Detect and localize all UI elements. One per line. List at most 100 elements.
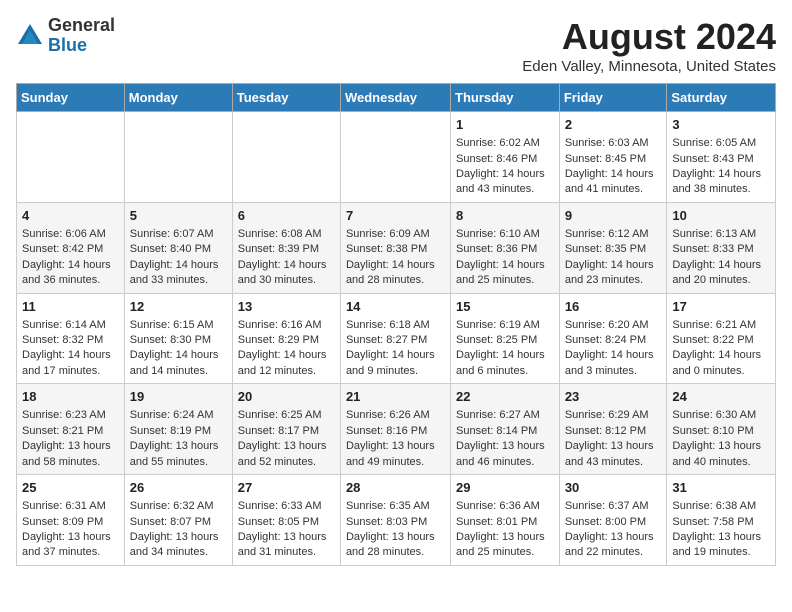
day-info: Sunrise: 6:10 AM Sunset: 8:36 PM Dayligh… [456, 227, 554, 289]
day-info: Sunrise: 6:38 AM Sunset: 7:58 PM Dayligh… [672, 499, 770, 561]
calendar-cell: 11 Sunrise: 6:14 AM Sunset: 8:32 PM Dayli… [17, 293, 125, 384]
calendar-week-row: 11 Sunrise: 6:14 AM Sunset: 8:32 PM Dayli… [17, 293, 776, 384]
weekday-header-sunday: Sunday [17, 84, 125, 112]
page-header: General Blue August 2024 Eden Valley, Mi… [16, 16, 776, 75]
calendar-cell: 1 Sunrise: 6:02 AM Sunset: 8:46 PM Daylig… [451, 112, 560, 203]
calendar-cell: 27 Sunrise: 6:33 AM Sunset: 8:05 PM Dayli… [232, 475, 340, 566]
logo-blue: Blue [48, 36, 115, 56]
calendar-cell [232, 112, 340, 203]
calendar-cell: 21 Sunrise: 6:26 AM Sunset: 8:16 PM Dayli… [340, 384, 450, 475]
weekday-header-monday: Monday [124, 84, 232, 112]
day-info: Sunrise: 6:20 AM Sunset: 8:24 PM Dayligh… [565, 318, 662, 380]
calendar-cell: 28Sunrise: 6:35 AM Sunset: 8:03 PM Dayli… [340, 475, 450, 566]
calendar-cell: 5Sunrise: 6:07 AM Sunset: 8:40 PM Daylig… [124, 202, 232, 293]
calendar-header: SundayMondayTuesdayWednesdayThursdayFrid… [17, 84, 776, 112]
calendar-cell [17, 112, 125, 203]
calendar-cell: 2 Sunrise: 6:03 AM Sunset: 8:45 PM Daylig… [559, 112, 667, 203]
day-number: 8 [456, 207, 554, 225]
calendar-cell: 3 Sunrise: 6:05 AM Sunset: 8:43 PM Daylig… [667, 112, 776, 203]
calendar-cell: 8 Sunrise: 6:10 AM Sunset: 8:36 PM Daylig… [451, 202, 560, 293]
day-info: Sunrise: 6:09 AM Sunset: 8:38 PM Dayligh… [346, 227, 445, 289]
day-number: 19 [130, 388, 227, 406]
day-number: 20 [238, 388, 335, 406]
day-info: Sunrise: 6:30 AM Sunset: 8:10 PM Dayligh… [672, 408, 770, 470]
weekday-header-friday: Friday [559, 84, 667, 112]
calendar-cell [340, 112, 450, 203]
day-number: 23 [565, 388, 662, 406]
day-number: 14 [346, 298, 445, 316]
calendar-cell: 23Sunrise: 6:29 AM Sunset: 8:12 PM Dayli… [559, 384, 667, 475]
day-number: 11 [22, 298, 119, 316]
calendar-cell: 14Sunrise: 6:18 AM Sunset: 8:27 PM Dayli… [340, 293, 450, 384]
calendar-cell: 18Sunrise: 6:23 AM Sunset: 8:21 PM Dayli… [17, 384, 125, 475]
day-number: 2 [565, 116, 662, 134]
day-number: 25 [22, 479, 119, 497]
calendar-cell: 12 Sunrise: 6:15 AM Sunset: 8:30 PM Dayli… [124, 293, 232, 384]
day-info: Sunrise: 6:15 AM Sunset: 8:30 PM Dayligh… [130, 318, 227, 380]
day-info: Sunrise: 6:31 AM Sunset: 8:09 PM Dayligh… [22, 499, 119, 561]
calendar-week-row: 18Sunrise: 6:23 AM Sunset: 8:21 PM Dayli… [17, 384, 776, 475]
calendar-cell: 10 Sunrise: 6:13 AM Sunset: 8:33 PM Dayli… [667, 202, 776, 293]
day-info: Sunrise: 6:12 AM Sunset: 8:35 PM Dayligh… [565, 227, 662, 289]
day-info: Sunrise: 6:27 AM Sunset: 8:14 PM Dayligh… [456, 408, 554, 470]
day-info: Sunrise: 6:23 AM Sunset: 8:21 PM Dayligh… [22, 408, 119, 470]
calendar-week-row: 1 Sunrise: 6:02 AM Sunset: 8:46 PM Daylig… [17, 112, 776, 203]
location-subtitle: Eden Valley, Minnesota, United States [522, 58, 776, 75]
day-info: Sunrise: 6:05 AM Sunset: 8:43 PM Dayligh… [672, 136, 770, 198]
calendar-cell: 20 Sunrise: 6:25 AM Sunset: 8:17 PM Dayli… [232, 384, 340, 475]
calendar-cell: 16Sunrise: 6:20 AM Sunset: 8:24 PM Dayli… [559, 293, 667, 384]
calendar-cell: 29 Sunrise: 6:36 AM Sunset: 8:01 PM Dayli… [451, 475, 560, 566]
calendar-cell [124, 112, 232, 203]
day-number: 17 [672, 298, 770, 316]
day-info: Sunrise: 6:13 AM Sunset: 8:33 PM Dayligh… [672, 227, 770, 289]
calendar-week-row: 25 Sunrise: 6:31 AM Sunset: 8:09 PM Dayli… [17, 475, 776, 566]
weekday-header-thursday: Thursday [451, 84, 560, 112]
day-info: Sunrise: 6:26 AM Sunset: 8:16 PM Dayligh… [346, 408, 445, 470]
logo-icon [16, 22, 44, 50]
day-number: 27 [238, 479, 335, 497]
day-info: Sunrise: 6:33 AM Sunset: 8:05 PM Dayligh… [238, 499, 335, 561]
weekday-header-wednesday: Wednesday [340, 84, 450, 112]
day-number: 10 [672, 207, 770, 225]
day-info: Sunrise: 6:36 AM Sunset: 8:01 PM Dayligh… [456, 499, 554, 561]
calendar-week-row: 4Sunrise: 6:06 AM Sunset: 8:42 PM Daylig… [17, 202, 776, 293]
calendar-cell: 7Sunrise: 6:09 AM Sunset: 8:38 PM Daylig… [340, 202, 450, 293]
weekday-header-row: SundayMondayTuesdayWednesdayThursdayFrid… [17, 84, 776, 112]
calendar-cell: 30Sunrise: 6:37 AM Sunset: 8:00 PM Dayli… [559, 475, 667, 566]
day-info: Sunrise: 6:21 AM Sunset: 8:22 PM Dayligh… [672, 318, 770, 380]
day-info: Sunrise: 6:24 AM Sunset: 8:19 PM Dayligh… [130, 408, 227, 470]
day-number: 26 [130, 479, 227, 497]
day-number: 13 [238, 298, 335, 316]
day-info: Sunrise: 6:37 AM Sunset: 8:00 PM Dayligh… [565, 499, 662, 561]
day-number: 9 [565, 207, 662, 225]
day-number: 22 [456, 388, 554, 406]
day-number: 1 [456, 116, 554, 134]
day-number: 29 [456, 479, 554, 497]
day-info: Sunrise: 6:14 AM Sunset: 8:32 PM Dayligh… [22, 318, 119, 380]
day-number: 21 [346, 388, 445, 406]
calendar-cell: 26Sunrise: 6:32 AM Sunset: 8:07 PM Dayli… [124, 475, 232, 566]
day-info: Sunrise: 6:35 AM Sunset: 8:03 PM Dayligh… [346, 499, 445, 561]
day-info: Sunrise: 6:19 AM Sunset: 8:25 PM Dayligh… [456, 318, 554, 380]
day-info: Sunrise: 6:03 AM Sunset: 8:45 PM Dayligh… [565, 136, 662, 198]
calendar-cell: 17 Sunrise: 6:21 AM Sunset: 8:22 PM Dayli… [667, 293, 776, 384]
calendar-table: SundayMondayTuesdayWednesdayThursdayFrid… [16, 83, 776, 566]
day-number: 12 [130, 298, 227, 316]
logo: General Blue [16, 16, 115, 56]
day-number: 6 [238, 207, 335, 225]
day-number: 3 [672, 116, 770, 134]
day-info: Sunrise: 6:08 AM Sunset: 8:39 PM Dayligh… [238, 227, 335, 289]
day-info: Sunrise: 6:06 AM Sunset: 8:42 PM Dayligh… [22, 227, 119, 289]
month-year-title: August 2024 [522, 16, 776, 58]
logo-text: General Blue [48, 16, 115, 56]
day-number: 5 [130, 207, 227, 225]
weekday-header-tuesday: Tuesday [232, 84, 340, 112]
calendar-cell: 13Sunrise: 6:16 AM Sunset: 8:29 PM Dayli… [232, 293, 340, 384]
calendar-cell: 24Sunrise: 6:30 AM Sunset: 8:10 PM Dayli… [667, 384, 776, 475]
calendar-cell: 19 Sunrise: 6:24 AM Sunset: 8:19 PM Dayli… [124, 384, 232, 475]
day-number: 15 [456, 298, 554, 316]
day-info: Sunrise: 6:25 AM Sunset: 8:17 PM Dayligh… [238, 408, 335, 470]
calendar-cell: 6 Sunrise: 6:08 AM Sunset: 8:39 PM Daylig… [232, 202, 340, 293]
day-info: Sunrise: 6:02 AM Sunset: 8:46 PM Dayligh… [456, 136, 554, 198]
calendar-body: 1 Sunrise: 6:02 AM Sunset: 8:46 PM Daylig… [17, 112, 776, 566]
